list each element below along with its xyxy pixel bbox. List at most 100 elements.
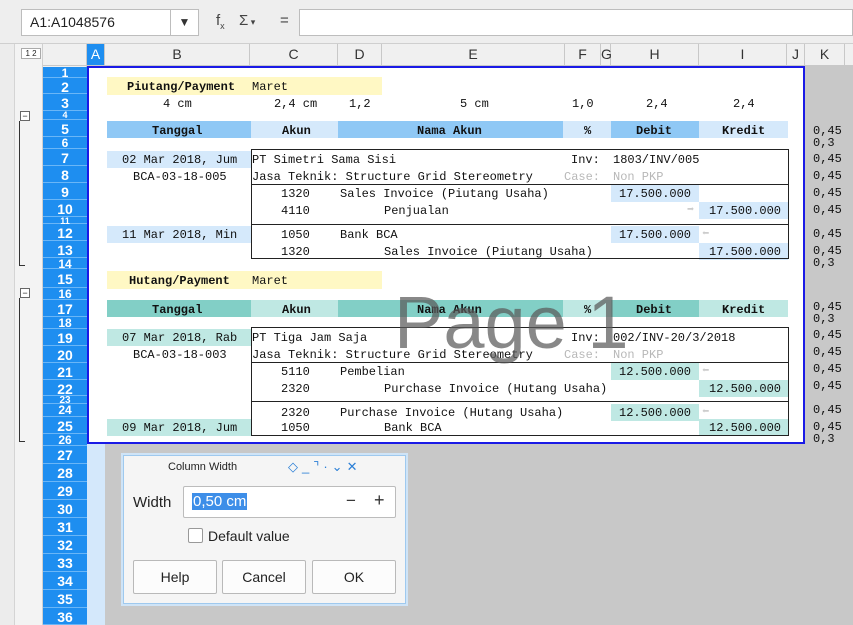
- header-debit: Debit: [636, 303, 673, 317]
- row-header[interactable]: 24: [43, 404, 87, 417]
- row-header[interactable]: 13: [43, 241, 87, 258]
- pin-icon[interactable]: ◇: [288, 459, 302, 474]
- kredit-value: 12.500.000: [709, 382, 782, 396]
- account-code: 1320: [281, 187, 310, 201]
- row-header[interactable]: 29: [43, 482, 87, 500]
- arrow-left-icon: ⬅: [702, 227, 710, 241]
- account-name: Sales Invoice (Piutang Usaha): [384, 245, 593, 259]
- width-spinbox[interactable]: 0,50 cm − +: [183, 486, 396, 518]
- column-header-i[interactable]: I: [699, 44, 787, 65]
- row-header[interactable]: 4: [43, 111, 87, 120]
- width-value[interactable]: 0,50 cm: [192, 493, 248, 510]
- column-header-h[interactable]: H: [611, 44, 699, 65]
- collapse-group-2-icon[interactable]: −: [20, 288, 30, 298]
- close-icon[interactable]: ✕: [347, 459, 362, 474]
- row-header[interactable]: 34: [43, 572, 87, 590]
- minimize-icon[interactable]: _: [302, 459, 313, 474]
- row-header[interactable]: 8: [43, 166, 87, 183]
- column-header-k[interactable]: K: [805, 44, 845, 65]
- row-header[interactable]: 7: [43, 149, 87, 166]
- entry-invoice: 002/INV-20/3/2018: [613, 331, 736, 345]
- account-name: Purchase Invoice (Hutang Usaha): [340, 406, 564, 420]
- row-header[interactable]: 16: [43, 288, 87, 300]
- row-header[interactable]: 35: [43, 590, 87, 608]
- select-all-corner[interactable]: [43, 44, 87, 65]
- cancel-button[interactable]: Cancel: [222, 560, 306, 594]
- decrement-icon[interactable]: −: [346, 491, 356, 511]
- outline-level-button[interactable]: 1 2: [21, 48, 41, 59]
- row-header[interactable]: 32: [43, 536, 87, 554]
- section-month: Maret: [252, 80, 289, 94]
- account-name: Sales Invoice (Piutang Usaha): [340, 187, 549, 201]
- column-header-b[interactable]: B: [105, 44, 250, 65]
- row-header[interactable]: 1: [43, 67, 87, 79]
- entry-ref: BCA-03-18-005: [133, 170, 227, 184]
- account-name: Bank BCA: [340, 228, 398, 242]
- row-header[interactable]: 30: [43, 500, 87, 518]
- account-code: 1050: [281, 228, 310, 242]
- row-header[interactable]: 12: [43, 224, 87, 241]
- column-header-j[interactable]: J: [787, 44, 805, 65]
- account-code: 2320: [281, 382, 310, 396]
- column-header-f[interactable]: F: [565, 44, 601, 65]
- row-header[interactable]: 11: [43, 217, 87, 226]
- row-header[interactable]: 6: [43, 137, 87, 149]
- print-area: Piutang/Payment Maret 4 cm 2,4 cm 1,2 5 …: [87, 66, 805, 444]
- row-header[interactable]: 19: [43, 329, 87, 346]
- k-value: 0,3: [813, 136, 835, 150]
- row-header[interactable]: 31: [43, 518, 87, 536]
- width-c: 2,4 cm: [274, 97, 318, 111]
- entry-ref: BCA-03-18-003: [133, 348, 227, 362]
- row-header[interactable]: 25: [43, 417, 87, 434]
- sum-icon[interactable]: Σ ▾: [239, 12, 255, 29]
- account-code: 1050: [281, 421, 310, 435]
- name-box-dropdown-icon[interactable]: ▼: [171, 9, 199, 36]
- width-label: Width: [133, 494, 172, 511]
- row-header[interactable]: 3: [43, 94, 87, 111]
- column-header-a[interactable]: A: [87, 44, 105, 65]
- row-header[interactable]: 36: [43, 608, 87, 625]
- increment-icon[interactable]: +: [374, 490, 385, 511]
- header-kredit: Kredit: [722, 124, 766, 138]
- column-header-g[interactable]: G: [601, 44, 612, 65]
- row-header[interactable]: 28: [43, 464, 87, 482]
- ok-button[interactable]: OK: [312, 560, 396, 594]
- dot-icon[interactable]: ·: [323, 459, 331, 474]
- k-value: 0,45: [813, 227, 842, 241]
- row-header[interactable]: 17: [43, 300, 87, 317]
- row-header[interactable]: 27: [43, 446, 87, 464]
- header-akun: Akun: [282, 303, 311, 317]
- row-header[interactable]: 14: [43, 258, 87, 270]
- help-button[interactable]: Help: [133, 560, 217, 594]
- shade-icon[interactable]: ⌄: [332, 459, 347, 474]
- column-headers: A B C D E F G H I J K: [43, 44, 853, 66]
- function-wizard-icon[interactable]: fx: [216, 12, 225, 31]
- header-nama-akun: Nama Akun: [417, 124, 482, 138]
- row-header[interactable]: 9: [43, 183, 87, 200]
- name-box[interactable]: A1:A1048576: [21, 9, 171, 36]
- formula-bar: A1:A1048576 ▼ fx Σ ▾ =: [0, 0, 853, 44]
- column-header-d[interactable]: D: [338, 44, 382, 65]
- row-header[interactable]: 5: [43, 120, 87, 137]
- formula-equals-icon[interactable]: =: [280, 12, 289, 29]
- formula-input[interactable]: [299, 9, 853, 36]
- k-value: 0,45: [813, 345, 842, 359]
- row-header[interactable]: 2: [43, 78, 87, 94]
- account-code: 2320: [281, 406, 310, 420]
- row-header[interactable]: 22: [43, 380, 87, 396]
- row-header[interactable]: 20: [43, 346, 87, 363]
- collapse-group-1-icon[interactable]: −: [20, 111, 30, 121]
- row-header[interactable]: 33: [43, 554, 87, 572]
- column-header-c[interactable]: C: [250, 44, 338, 65]
- default-value-checkbox[interactable]: [188, 528, 203, 543]
- column-header-e[interactable]: E: [382, 44, 565, 65]
- row-header[interactable]: 21: [43, 363, 87, 380]
- restore-icon[interactable]: ⌝: [313, 459, 323, 474]
- row-header[interactable]: 26: [43, 434, 87, 446]
- account-code: 1320: [281, 245, 310, 259]
- row-header[interactable]: 15: [43, 269, 87, 288]
- width-b: 4 cm: [163, 97, 192, 111]
- row-header[interactable]: 18: [43, 317, 87, 329]
- row-header[interactable]: 10: [43, 200, 87, 217]
- entry-date: 09 Mar 2018, Jum: [122, 421, 238, 435]
